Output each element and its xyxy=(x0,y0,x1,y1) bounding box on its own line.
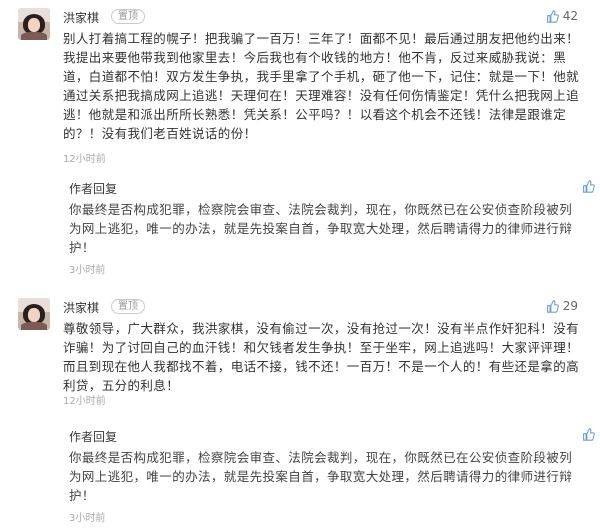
pinned-badge: 置顶 xyxy=(111,299,145,314)
like-button[interactable]: 29 xyxy=(546,299,578,313)
thumbs-up-icon xyxy=(546,299,559,313)
reply-text: 你最终是否构成犯罪，检察院会审查、法院会裁判，现在，你既然已在公安侦查阶段被列为… xyxy=(69,202,573,255)
comment-time: 12小时前 xyxy=(63,396,106,407)
thumbs-up-icon[interactable] xyxy=(582,180,595,193)
comment-time: 12小时前 xyxy=(63,154,106,165)
like-count: 42 xyxy=(562,9,578,23)
avatar[interactable] xyxy=(18,298,50,330)
avatar[interactable] xyxy=(18,8,50,40)
comment-text: 尊敬领导，广大群众，我洪家棋，没有偷过一次，没有抢过一次！没有半点作奸犯科！没有… xyxy=(63,321,580,393)
comment-author[interactable]: 洪家棋 xyxy=(63,9,99,26)
reply-label: 作者回复 xyxy=(69,182,118,196)
thumbs-up-icon xyxy=(546,9,559,23)
comment-text: 别人打着搞工程的幌子！把我骗了一百万！三年了！面都不见！最后通过朋友把他约出来！… xyxy=(63,31,580,141)
comment-author[interactable]: 洪家棋 xyxy=(63,299,99,316)
like-count: 29 xyxy=(562,299,578,313)
reply-label: 作者回复 xyxy=(69,430,118,444)
like-button[interactable]: 42 xyxy=(546,9,578,23)
thumbs-up-icon[interactable] xyxy=(582,428,595,441)
pinned-badge: 置顶 xyxy=(111,9,145,24)
reply-time: 3小时前 xyxy=(69,513,106,524)
reply-text: 你最终是否构成犯罪，检察院会审查、法院会裁判，现在，你既然已在公安侦查阶段被列为… xyxy=(69,450,573,503)
reply-time: 3小时前 xyxy=(69,265,106,276)
